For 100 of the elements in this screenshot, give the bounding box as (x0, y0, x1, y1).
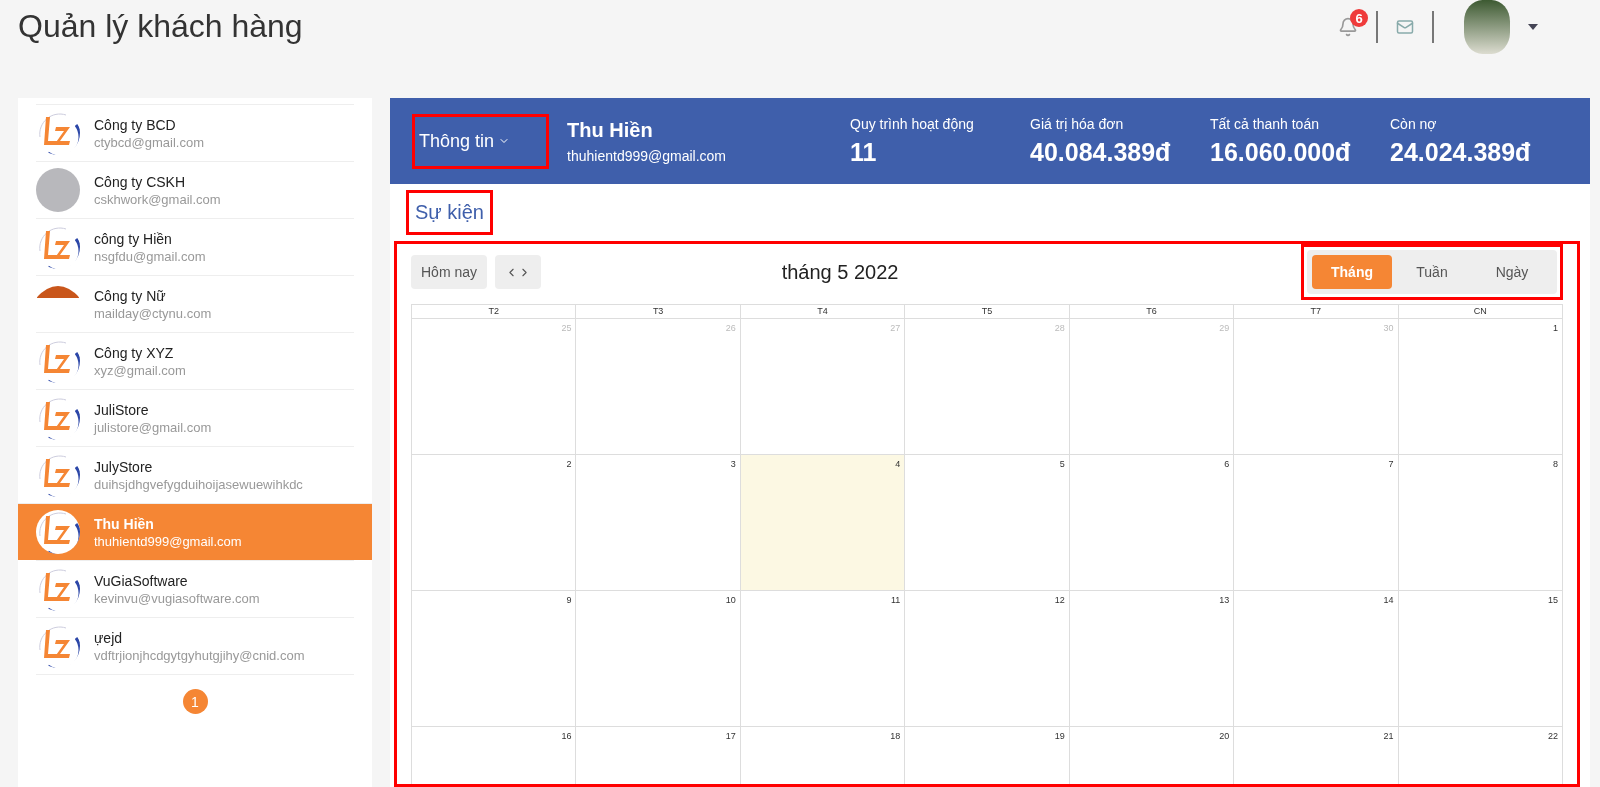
weekday-header: T3 (576, 304, 741, 319)
mail-icon[interactable] (1396, 18, 1414, 36)
stat-value: 40.084.389đ (1030, 137, 1172, 167)
photo-placeholder (36, 168, 80, 212)
day-number: 12 (1054, 595, 1065, 606)
customer-email: xyz@gmail.com (94, 362, 186, 378)
customer-name: JulyStore (94, 458, 154, 475)
day-cell[interactable]: 13 (1069, 591, 1235, 727)
customer-email: vdftrjionjhcdgytgyhutgjihy@cnid.com (94, 647, 305, 663)
customer-name: VuGiaSoftware (94, 572, 189, 589)
customer-email: duihsjdhgvefygduihoijasewuewihkdc (94, 476, 303, 492)
customer-email: ctybcd@gmail.com (94, 134, 204, 150)
day-number: 10 (725, 595, 736, 606)
stat-label: Tất cả thanh toán (1210, 115, 1320, 132)
customer-email: thuhientd999@gmail.com (94, 533, 242, 549)
stat-label: Còn nợ (1390, 115, 1438, 132)
day-number: 14 (1383, 595, 1394, 606)
customer-item[interactable]: Công ty XYZ xyz@gmail.com (36, 332, 354, 389)
day-cell[interactable]: 4 (740, 455, 906, 591)
customer-item[interactable]: Công ty CSKH cskhwork@gmail.com (36, 161, 354, 218)
day-number: 19 (1054, 731, 1065, 742)
weekday-header: T6 (1069, 304, 1235, 319)
customer-email: thuhientd999@gmail.com (567, 147, 728, 164)
weekday-header: T7 (1234, 304, 1399, 319)
customer-item[interactable]: Công ty Nữ mailday@ctynu.com (36, 275, 354, 332)
notification-badge: 6 (1350, 9, 1368, 27)
caret-icon[interactable] (1528, 24, 1538, 30)
day-number: 3 (730, 459, 736, 470)
day-cell[interactable]: 10 (576, 591, 741, 727)
customer-name: Công ty CSKH (94, 173, 187, 190)
day-number: 30 (1383, 323, 1394, 334)
customer-item[interactable]: ựejd vdftrjionjhcdgytgyhutgjihy@cnid.com (36, 617, 354, 674)
day-cell[interactable]: 15 (1398, 591, 1563, 727)
weekday-header: CN (1398, 304, 1563, 319)
info-dropdown[interactable]: Thông tin (412, 113, 550, 169)
day-number: 4 (895, 459, 901, 470)
bell-icon[interactable] (1338, 17, 1358, 37)
day-number: 15 (1548, 595, 1558, 606)
user-avatar[interactable] (1464, 0, 1510, 54)
day-number: 26 (725, 323, 736, 334)
day-number: 27 (890, 323, 901, 334)
customer-name: Công ty Nữ (94, 287, 167, 304)
month-title: tháng 5 2022 (780, 260, 900, 284)
customer-item[interactable]: công ty Hiền nsgfdu@gmail.com (36, 218, 354, 275)
customer-email: cskhwork@gmail.com (94, 191, 221, 207)
day-number: 8 (1553, 459, 1558, 470)
day-number: 28 (1054, 323, 1065, 334)
section-title: Sự kiện (406, 190, 493, 235)
day-number: 17 (725, 731, 736, 742)
day-number: 9 (566, 595, 572, 606)
today-button[interactable]: Hôm nay (411, 255, 488, 289)
day-number: 1 (1553, 323, 1558, 334)
day-cell[interactable]: 2 (412, 455, 577, 591)
day-number: 5 (1059, 459, 1065, 470)
weekday-header: T5 (905, 304, 1070, 319)
customer-name: Công ty BCD (94, 116, 177, 133)
stat-label: Giá trị hóa đơn (1030, 115, 1125, 132)
customer-email: nsgfdu@gmail.com (94, 248, 206, 264)
day-cell[interactable]: 5 (905, 455, 1070, 591)
customer-name: JuliStore (94, 401, 150, 418)
day-number: 18 (890, 731, 901, 742)
stat-value: 24.024.389đ (1390, 137, 1532, 167)
day-cell[interactable]: 14 (1234, 591, 1399, 727)
day-number: 11 (890, 595, 901, 606)
day-cell[interactable]: 7 (1234, 455, 1399, 591)
day-number: 29 (1219, 323, 1230, 334)
customer-name: Công ty XYZ (94, 344, 175, 361)
customer-item[interactable]: JuliStore julistore@gmail.com (36, 389, 354, 446)
day-number: 25 (561, 323, 572, 334)
day-cell[interactable]: 1 (1398, 319, 1563, 455)
customer-email: julistore@gmail.com (94, 419, 212, 435)
view-tab[interactable]: Tuần (1392, 255, 1472, 289)
page-title: Quản lý khách hàng (18, 8, 304, 45)
customer-name: ựejd (94, 629, 124, 646)
day-number: 22 (1548, 731, 1558, 742)
weekday-header: T2 (412, 304, 577, 319)
day-number: 21 (1383, 731, 1394, 742)
day-cell[interactable]: 3 (576, 455, 741, 591)
customer-item[interactable]: VuGiaSoftware kevinvu@vugiasoftware.com (36, 560, 354, 617)
customer-name: Thu Hiền (94, 515, 155, 532)
day-cell[interactable]: 6 (1069, 455, 1235, 591)
day-number: 6 (1224, 459, 1230, 470)
day-cell[interactable]: 8 (1398, 455, 1563, 591)
day-number: 20 (1219, 731, 1230, 742)
day-number: 7 (1388, 459, 1394, 470)
customer-email: kevinvu@vugiasoftware.com (94, 590, 260, 606)
day-cell[interactable]: 12 (905, 591, 1070, 727)
weekday-header: T4 (740, 304, 906, 319)
view-tab[interactable]: Ngày (1472, 255, 1552, 289)
customer-name: Thu Hiền (567, 118, 654, 142)
customer-name: công ty Hiền (94, 230, 173, 247)
stat-value: 11 (850, 137, 878, 167)
customer-email: mailday@ctynu.com (94, 305, 212, 321)
stat-label: Quy trình hoạt động (850, 115, 975, 132)
day-number: 13 (1219, 595, 1230, 606)
day-cell[interactable]: 9 (412, 591, 577, 727)
day-number: 16 (561, 731, 572, 742)
stat-value: 16.060.000đ (1210, 137, 1352, 167)
customer-item[interactable]: Công ty BCD ctybcd@gmail.com (36, 104, 354, 161)
day-cell[interactable]: 11 (740, 591, 906, 727)
